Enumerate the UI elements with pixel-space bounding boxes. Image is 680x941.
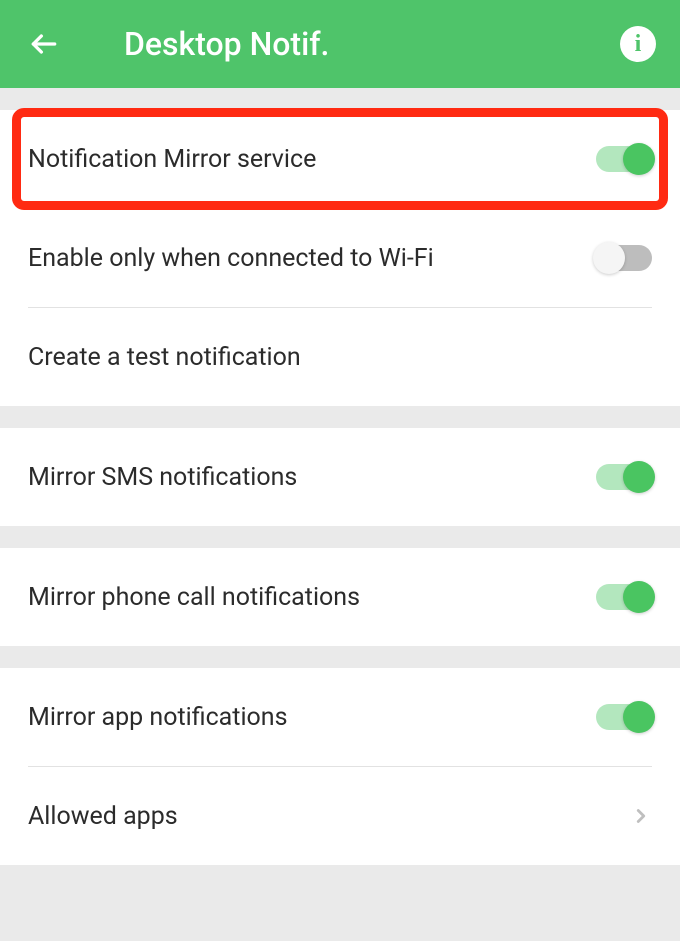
setting-label: Create a test notification [28, 343, 301, 372]
allowed-apps-row[interactable]: Allowed apps [0, 767, 680, 865]
wifi-only-row[interactable]: Enable only when connected to Wi-Fi [0, 209, 680, 307]
setting-label: Allowed apps [28, 802, 178, 831]
setting-label: Notification Mirror service [28, 145, 316, 174]
mirror-sms-toggle[interactable] [596, 464, 652, 490]
notification-mirror-service-toggle[interactable] [596, 146, 652, 172]
info-button[interactable]: i [620, 26, 656, 62]
setting-label: Mirror phone call notifications [28, 583, 360, 612]
settings-group-apps: Mirror app notifications Allowed apps [0, 668, 680, 865]
app-header: Desktop Notif. i [0, 0, 680, 88]
toggle-knob [623, 581, 655, 613]
mirror-phone-row[interactable]: Mirror phone call notifications [0, 548, 680, 646]
info-icon: i [635, 31, 642, 58]
setting-label: Mirror SMS notifications [28, 463, 297, 492]
toggle-knob [593, 242, 625, 274]
notification-mirror-service-row[interactable]: Notification Mirror service [0, 110, 680, 208]
mirror-phone-toggle[interactable] [596, 584, 652, 610]
mirror-app-row[interactable]: Mirror app notifications [0, 668, 680, 766]
back-button[interactable] [24, 24, 64, 64]
chevron-right-icon [630, 800, 652, 832]
settings-group-general: Notification Mirror service Enable only … [0, 110, 680, 406]
settings-group-sms: Mirror SMS notifications [0, 428, 680, 526]
setting-label: Enable only when connected to Wi-Fi [28, 244, 434, 273]
mirror-sms-row[interactable]: Mirror SMS notifications [0, 428, 680, 526]
toggle-knob [623, 701, 655, 733]
toggle-knob [623, 461, 655, 493]
mirror-app-toggle[interactable] [596, 704, 652, 730]
page-title: Desktop Notif. [124, 25, 620, 63]
toggle-knob [623, 143, 655, 175]
wifi-only-toggle[interactable] [596, 245, 652, 271]
highlighted-setting: Notification Mirror service [0, 110, 680, 208]
settings-content: Notification Mirror service Enable only … [0, 88, 680, 865]
create-test-notification-row[interactable]: Create a test notification [0, 308, 680, 406]
settings-group-phone: Mirror phone call notifications [0, 548, 680, 646]
setting-label: Mirror app notifications [28, 703, 288, 732]
back-arrow-icon [28, 28, 60, 60]
